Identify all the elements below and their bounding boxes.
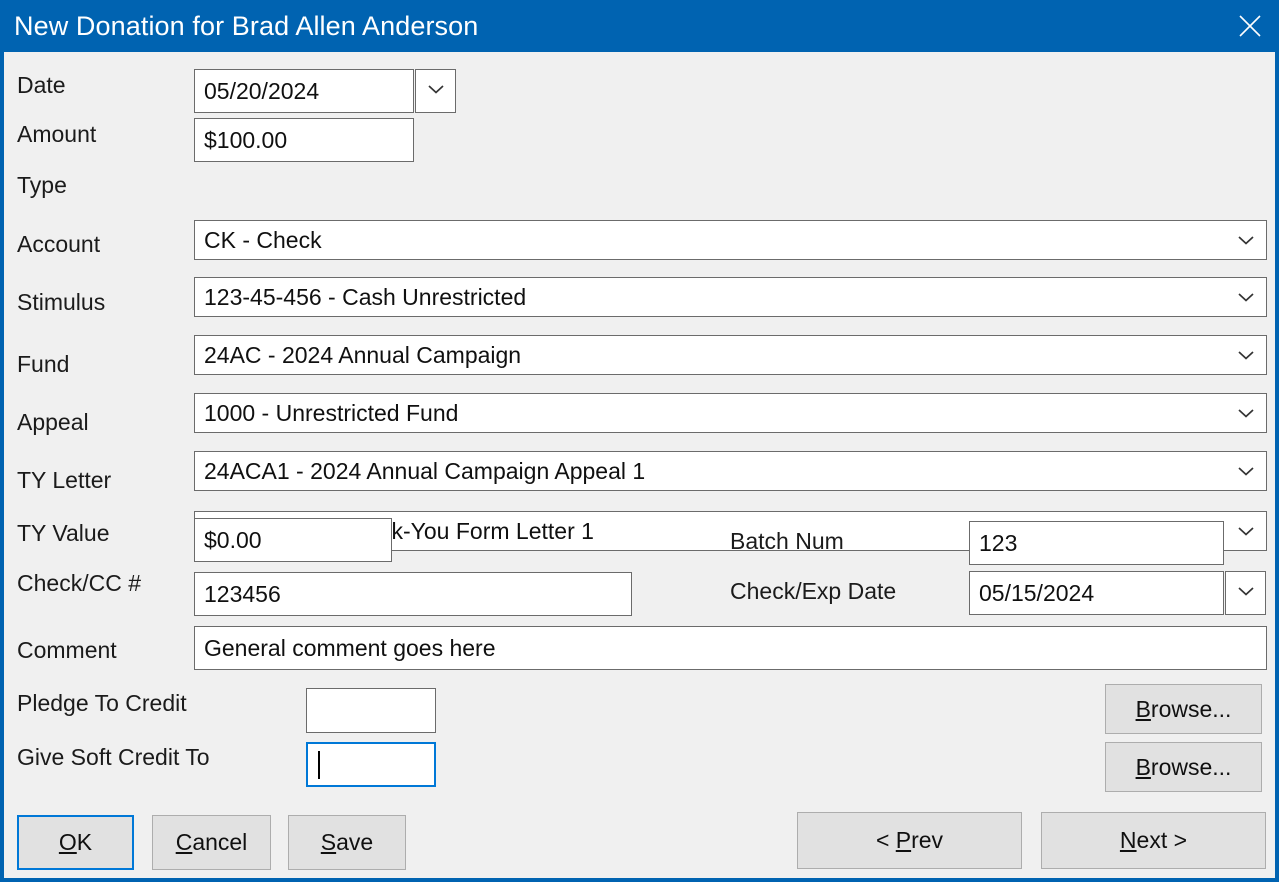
save-button[interactable]: Save xyxy=(288,815,406,870)
label-appeal: Appeal xyxy=(17,409,89,435)
stimulus-combobox-value: 24AC - 2024 Annual Campaign xyxy=(204,341,522,368)
ok-button[interactable]: OK xyxy=(17,815,134,870)
browse-pledge-button[interactable]: Browse... xyxy=(1105,684,1262,734)
save-accel: S xyxy=(320,829,337,855)
titlebar: New Donation for Brad Allen Anderson xyxy=(4,0,1275,52)
label-type: Type xyxy=(17,172,67,198)
browse-soft-credit-rest: rowse... xyxy=(1150,753,1232,780)
label-give-soft-credit-to: Give Soft Credit To xyxy=(17,744,210,770)
prev-label: < Prev xyxy=(876,827,943,854)
browse-pledge-accel: B xyxy=(1135,695,1151,722)
next-label: Next > xyxy=(1120,827,1187,854)
browse-soft-credit-accel: B xyxy=(1135,753,1151,780)
cancel-accel: C xyxy=(175,829,193,855)
prev-button[interactable]: < Prev xyxy=(797,812,1022,869)
new-donation-dialog: New Donation for Brad Allen Anderson Dat… xyxy=(0,0,1279,882)
save-label: Save xyxy=(321,829,373,856)
cancel-button[interactable]: Cancel xyxy=(152,815,271,870)
close-icon xyxy=(1237,13,1263,39)
appeal-combobox-value: 24ACA1 - 2024 Annual Campaign Appeal 1 xyxy=(204,457,646,484)
browse-soft-credit-button[interactable]: Browse... xyxy=(1105,742,1262,792)
fund-combobox-value: 1000 - Unrestricted Fund xyxy=(204,399,459,426)
prev-rest: rev xyxy=(911,827,944,853)
ok-accel: O xyxy=(58,829,77,855)
pledge-to-credit-input[interactable] xyxy=(306,688,436,733)
next-accel: N xyxy=(1119,827,1137,853)
label-ty-value: TY Value xyxy=(17,520,110,546)
comment-input[interactable]: General comment goes here xyxy=(194,626,1267,670)
prev-pre: < xyxy=(875,827,896,853)
fund-combobox[interactable]: 1000 - Unrestricted Fund xyxy=(194,393,1267,433)
ok-label: OK xyxy=(59,829,92,856)
appeal-combobox[interactable]: 24ACA1 - 2024 Annual Campaign Appeal 1 xyxy=(194,451,1267,491)
chevron-down-icon xyxy=(1237,407,1255,419)
chevron-down-icon xyxy=(1237,234,1255,246)
cancel-label: Cancel xyxy=(176,829,248,856)
chevron-down-icon xyxy=(1237,525,1255,537)
text-caret xyxy=(318,750,320,779)
batch-num-input[interactable]: 123 xyxy=(969,521,1224,565)
window-title: New Donation for Brad Allen Anderson xyxy=(14,10,479,41)
label-check-cc-num: Check/CC # xyxy=(17,570,141,596)
chevron-down-icon xyxy=(1237,291,1255,303)
ty-value-input[interactable]: $0.00 xyxy=(194,518,392,562)
check-cc-num-input[interactable]: 123456 xyxy=(194,572,632,616)
next-rest: ext > xyxy=(1136,827,1188,853)
label-date: Date xyxy=(17,72,66,98)
prev-accel: P xyxy=(895,827,912,853)
date-dropdown-button[interactable] xyxy=(415,69,456,113)
browse-soft-credit-label: Browse... xyxy=(1136,754,1232,781)
amount-input[interactable]: $100.00 xyxy=(194,118,414,162)
label-ty-letter: TY Letter xyxy=(17,467,112,493)
type-combobox[interactable]: CK - Check xyxy=(194,220,1267,260)
chevron-down-icon xyxy=(1237,584,1255,602)
check-exp-date-dropdown-button[interactable] xyxy=(1225,571,1266,615)
account-combobox-value: 123-45-456 - Cash Unrestricted xyxy=(204,283,527,310)
stimulus-combobox[interactable]: 24AC - 2024 Annual Campaign xyxy=(194,335,1267,375)
label-amount: Amount xyxy=(17,121,97,147)
label-account: Account xyxy=(17,231,101,257)
browse-pledge-label: Browse... xyxy=(1136,696,1232,723)
chevron-down-icon xyxy=(1237,349,1255,361)
check-exp-date-input[interactable]: 05/15/2024 xyxy=(969,571,1224,615)
type-combobox-value: CK - Check xyxy=(204,226,322,253)
give-soft-credit-to-input[interactable] xyxy=(306,742,436,787)
next-button[interactable]: Next > xyxy=(1041,812,1266,869)
donation-form: Date 05/20/2024 Amount $100.00 Type CK -… xyxy=(4,52,1275,878)
ok-rest: K xyxy=(76,829,93,855)
save-rest: ave xyxy=(336,829,374,855)
chevron-down-icon xyxy=(427,82,445,100)
label-pledge-to-credit: Pledge To Credit xyxy=(17,690,187,716)
cancel-rest: ancel xyxy=(192,829,248,855)
date-input[interactable]: 05/20/2024 xyxy=(194,69,414,113)
close-button[interactable] xyxy=(1221,0,1275,52)
label-stimulus: Stimulus xyxy=(17,289,106,315)
chevron-down-icon xyxy=(1237,465,1255,477)
label-batch-num: Batch Num xyxy=(730,528,844,554)
account-combobox[interactable]: 123-45-456 - Cash Unrestricted xyxy=(194,277,1267,317)
label-check-exp-date: Check/Exp Date xyxy=(730,578,897,604)
browse-pledge-rest: rowse... xyxy=(1150,695,1232,722)
label-comment: Comment xyxy=(17,637,117,663)
label-fund: Fund xyxy=(17,351,70,377)
